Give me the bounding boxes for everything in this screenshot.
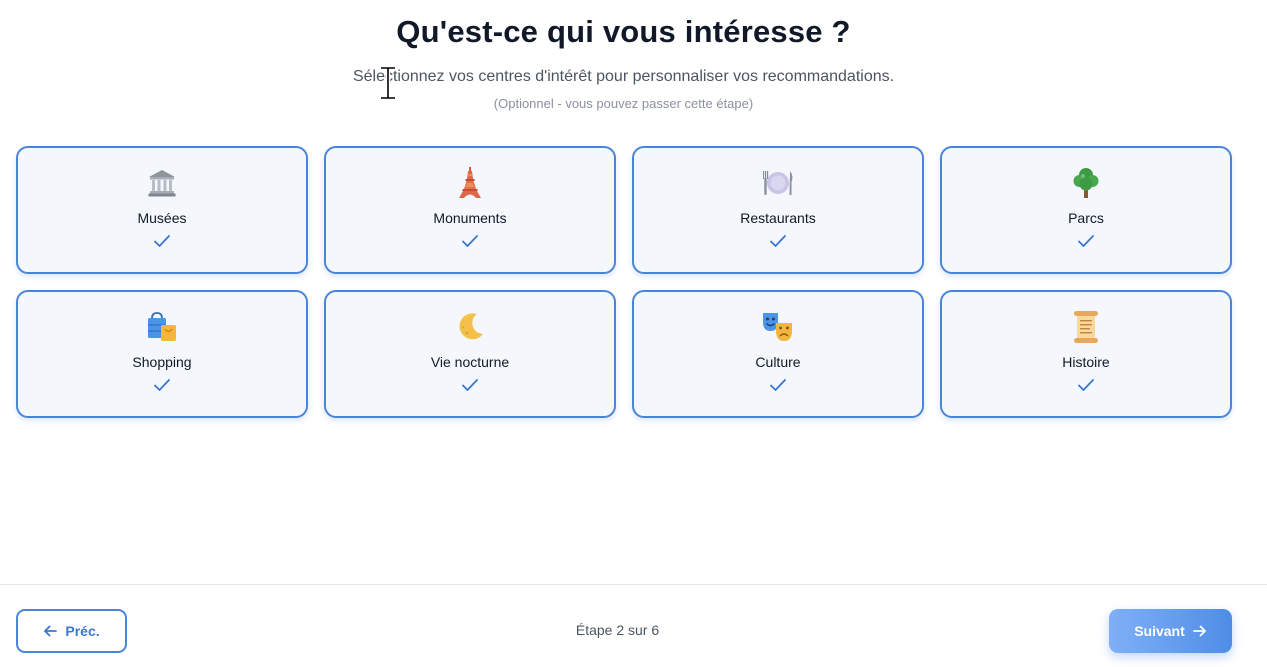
optional-note: (Optionnel - vous pouvez passer cette ét…	[493, 96, 754, 111]
arrow-right-icon	[1192, 625, 1206, 637]
shopping-bags-icon	[145, 310, 179, 344]
interest-card-histoire[interactable]: Histoire	[940, 290, 1232, 418]
museum-icon	[145, 166, 179, 200]
interests-page: Qu'est-ce qui vous intéresse ? Sélection…	[0, 0, 1267, 667]
interest-label: Restaurants	[740, 210, 816, 226]
interest-card-restaurants[interactable]: Restaurants	[632, 146, 924, 274]
check-icon	[154, 379, 170, 391]
interest-label: Monuments	[433, 210, 507, 226]
page-title: Qu'est-ce qui vous intéresse ?	[396, 14, 851, 49]
interest-label: Vie nocturne	[430, 354, 510, 370]
crescent-moon-icon	[453, 310, 487, 344]
interest-card-vie-nocturne[interactable]: Vie nocturne	[324, 290, 616, 418]
interest-card-parcs[interactable]: Parcs	[940, 146, 1232, 274]
scroll-icon	[1069, 310, 1103, 344]
check-icon	[770, 235, 786, 247]
check-icon	[462, 235, 478, 247]
interest-label: Shopping	[132, 354, 192, 370]
interest-card-culture[interactable]: Culture	[632, 290, 924, 418]
page-subtitle: Sélectionnez vos centres d'intérêt pour …	[352, 68, 895, 85]
check-icon	[1078, 235, 1094, 247]
check-icon	[1078, 379, 1094, 391]
check-icon	[154, 235, 170, 247]
step-indicator: Étape 2 sur 6	[575, 622, 660, 638]
interest-label: Culture	[755, 354, 801, 370]
interest-label: Parcs	[1068, 210, 1104, 226]
check-icon	[462, 379, 478, 391]
interest-card-musees[interactable]: Musées	[16, 146, 308, 274]
next-button[interactable]: Suivant	[1109, 609, 1232, 653]
tree-icon	[1069, 166, 1103, 200]
text-cursor-icon	[381, 67, 395, 99]
interest-label: Histoire	[1062, 354, 1110, 370]
eiffel-tower-icon	[453, 166, 487, 200]
next-button-label: Suivant	[1134, 623, 1185, 639]
interest-card-monuments[interactable]: Monuments	[324, 146, 616, 274]
footer-divider	[0, 584, 1267, 585]
interest-label: Musées	[137, 210, 187, 226]
check-icon	[770, 379, 786, 391]
interests-grid: Musées Monuments Restaurants Parcs Shopp…	[16, 146, 1232, 418]
plate-cutlery-icon	[761, 166, 795, 200]
interest-card-shopping[interactable]: Shopping	[16, 290, 308, 418]
theater-masks-icon	[761, 310, 795, 344]
